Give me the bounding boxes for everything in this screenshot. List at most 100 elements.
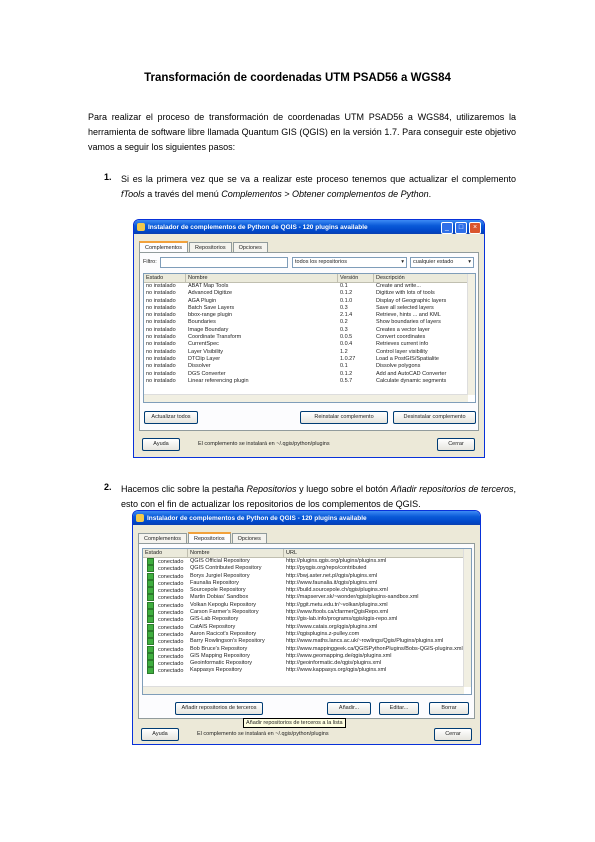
table-row[interactable]: conectado Barry Rowlingson's Repository ht… — [143, 638, 471, 646]
column-header[interactable]: Descripción — [374, 274, 468, 282]
status-text: El complemento se instalará en ~/.qgis/p… — [197, 731, 329, 737]
table-row[interactable]: no instalado Image Boundary 0.3 Creates a v… — [144, 327, 475, 334]
table-cell: no instalado — [146, 377, 176, 384]
table-row[interactable]: conectado Borys Jurgiel Repository http://… — [143, 572, 471, 580]
vertical-scrollbar[interactable] — [467, 274, 475, 395]
add-third-party-repositories-button[interactable]: Añadir repositorios de terceros — [175, 702, 263, 715]
table-cell: http://www.mappinggeek.ca/QGISPythonPlug… — [286, 645, 463, 652]
update-all-button[interactable]: Actualizar todos — [144, 411, 198, 424]
table-cell: QGIS Contributed Repository — [190, 565, 262, 572]
table-cell: Batch Save Layers — [188, 304, 235, 311]
table-cell: no instalado — [146, 363, 176, 370]
close-icon[interactable]: × — [469, 222, 481, 234]
table-row[interactable]: no instalado DGS Converter 0.1.2 Add and Au… — [144, 371, 475, 378]
column-header[interactable]: Nombre — [186, 274, 338, 282]
edit-repository-button[interactable]: Editar... — [379, 702, 419, 715]
connected-check-icon — [147, 601, 154, 609]
add-repository-button[interactable]: Añadir... — [327, 702, 371, 715]
table-cell: Aaron Racicot's Repository — [190, 630, 257, 637]
repository-select[interactable]: todos los repositorios ▾ — [292, 257, 407, 268]
table-cell: 0.2 — [340, 319, 348, 326]
table-row[interactable]: no instalado Batch Save Layers 0.3 Save all… — [144, 305, 475, 312]
table-cell: http://mapserver.sk/~wonder/qgis/plugins… — [286, 594, 419, 601]
repositorios-panel: Estado Nombre URL conectado QGIS Official… — [138, 543, 475, 719]
table-row[interactable]: no instalado Layer Visibility 1.2 Control l… — [144, 349, 475, 356]
column-header[interactable]: Versión — [338, 274, 374, 282]
table-cell: 2.1.4 — [340, 312, 353, 319]
table-row[interactable]: conectado Geoinformatic Repository http://… — [143, 660, 471, 668]
table-row[interactable]: conectado CatAIS Repository http://www.cat… — [143, 623, 471, 631]
table-row[interactable]: conectado Kappasys Repository http://www.k… — [143, 667, 471, 675]
table-cell: no instalado — [146, 290, 176, 297]
connected-check-icon — [147, 587, 154, 595]
table-cell: 0.1.0 — [340, 297, 353, 304]
filter-input[interactable] — [160, 257, 288, 268]
column-header[interactable]: URL — [284, 549, 464, 557]
table-cell: conectado — [143, 579, 188, 587]
table-cell: conectado — [143, 572, 188, 580]
column-header[interactable]: Estado — [143, 549, 188, 557]
connected-check-icon — [147, 623, 154, 631]
table-cell: 0.3 — [340, 326, 348, 333]
table-cell: Advanced Digitize — [188, 290, 233, 297]
table-cell: http://plugins.qgis.org/plugins/plugins.… — [286, 558, 387, 564]
close-button[interactable]: Cerrar — [437, 438, 475, 451]
maximize-icon[interactable]: □ — [455, 222, 467, 234]
table-row[interactable]: conectado QGIS Contributed Repository http… — [143, 565, 471, 573]
table-cell: http://ggit.metu.edu.tr/~volkan/plugins.… — [286, 601, 388, 608]
window-title: Instalador de complementos de Python de … — [147, 514, 367, 522]
horizontal-scrollbar[interactable] — [143, 686, 464, 694]
table-row[interactable]: no instalado AGA Plugin 0.1.0 Display of Ge… — [144, 298, 475, 305]
status-label: conectado — [158, 602, 184, 609]
help-button[interactable]: Ayuda — [142, 438, 180, 451]
table-row[interactable]: no instalado DTClip Layer 1.0.27 Load a Pos… — [144, 356, 475, 363]
vertical-scrollbar[interactable] — [463, 549, 471, 687]
table-cell: conectado — [143, 594, 188, 602]
delete-repository-button[interactable]: Borrar — [429, 702, 469, 715]
close-button[interactable]: Cerrar — [434, 728, 472, 741]
table-row[interactable]: conectado QGIS Official Repository http://… — [143, 558, 471, 565]
table-row[interactable]: conectado Carson Farmer's Repository http:… — [143, 609, 471, 617]
connected-check-icon — [147, 645, 154, 653]
table-cell: no instalado — [146, 348, 176, 355]
table-cell: 0.0.5 — [340, 334, 353, 341]
table-row[interactable]: no instalado Coordinate Transform 0.0.5 Con… — [144, 334, 475, 341]
table-row[interactable]: conectado Volkan Kepoglu Repository http:/… — [143, 601, 471, 609]
plugins-table: Estado Nombre Versión Descripción no ins… — [143, 273, 476, 403]
table-row[interactable]: no instalado Advanced Digitize 0.1.2 Digiti… — [144, 290, 475, 297]
table-row[interactable]: no instalado Boundaries 0.2 Show boundaries… — [144, 319, 475, 326]
table-row[interactable]: conectado Aaron Racicot's Repository http:… — [143, 630, 471, 638]
state-select[interactable]: cualquier estado ▾ — [410, 257, 474, 268]
status-label: conectado — [158, 580, 184, 587]
status-label: conectado — [158, 653, 184, 660]
table-row[interactable]: no instalado bbox-range plugin 2.1.4 Retrie… — [144, 312, 475, 319]
table-row[interactable]: conectado GIS-Lab Repository http://gis-la… — [143, 616, 471, 624]
table-cell: conectado — [143, 645, 188, 653]
table-row[interactable]: no instalado CurrentSpec 0.0.4 Retrieves cu… — [144, 341, 475, 348]
table-row[interactable]: no instalado Dissolver 0.1 Dissolve polygon… — [144, 363, 475, 370]
minimize-icon[interactable]: _ — [441, 222, 453, 234]
table-cell: Load a PostGIS/Spatialite — [376, 355, 439, 362]
table-row[interactable]: conectado GIS Mapping Repository http://ww… — [143, 652, 471, 660]
table-cell: Bob Bruce's Repository — [190, 645, 248, 652]
table-row[interactable]: conectado Faunalia Repository http://www.f… — [143, 579, 471, 587]
reinstall-plugin-button[interactable]: Reinstalar complemento — [300, 411, 388, 424]
horizontal-scrollbar[interactable] — [144, 394, 468, 402]
status-label: conectado — [158, 610, 184, 617]
table-cell: Digitize with lots of tools — [376, 290, 435, 297]
column-header[interactable]: Estado — [144, 274, 186, 282]
table-cell: Layer Visibility — [188, 348, 224, 355]
table-cell: conectado — [143, 558, 188, 565]
table-row[interactable]: conectado Bob Bruce's Repository http://ww… — [143, 645, 471, 653]
table-row[interactable]: conectado Martin Dobias' Sandbox http://ma… — [143, 594, 471, 602]
table-row[interactable]: no instalado Linear referencing plugin 0.5… — [144, 378, 475, 385]
table-row[interactable]: conectado Sourcepole Repository http://bui… — [143, 587, 471, 595]
table-cell: Convert coordinates — [376, 334, 426, 341]
help-button[interactable]: Ayuda — [141, 728, 179, 741]
table-cell: no instalado — [146, 304, 176, 311]
column-header[interactable]: Nombre — [188, 549, 284, 557]
table-row[interactable]: no instalado ABAT Map Tools 0.1 Create and … — [144, 283, 475, 290]
uninstall-plugin-button[interactable]: Desinstalar complemento — [393, 411, 476, 424]
table-cell: Kappasys Repository — [190, 667, 242, 674]
status-label: conectado — [158, 639, 184, 646]
